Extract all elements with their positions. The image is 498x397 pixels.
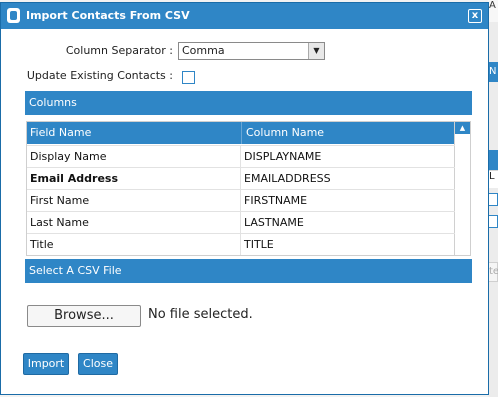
app-logo-icon [7,8,20,23]
column-separator-select[interactable]: Comma ▼ [178,42,325,60]
field-name-cell: First Name [30,194,90,207]
field-name-cell: Email Address [30,172,119,185]
field-name-cell: Last Name [30,216,89,229]
column-name-cell[interactable]: EMAILADDRESS [244,168,331,189]
update-existing-label: Update Existing Contacts : [26,69,173,82]
column-name-cell[interactable]: TITLE [244,234,274,255]
background-app-section-bar: N [488,62,498,82]
column-name-cell[interactable]: DISPLAYNAME [244,146,321,167]
columns-section-header: Columns [25,91,472,115]
field-name-header[interactable]: Field Name [30,122,91,144]
table-row[interactable]: Title TITLE [27,233,455,255]
close-icon[interactable]: x [468,9,482,23]
grid-scrollbar[interactable]: ▲ [454,122,470,255]
table-row[interactable]: Display Name DISPLAYNAME [27,145,455,168]
background-app-checkbox [488,193,498,206]
cell-divider [240,146,241,168]
background-app-cell: L [488,170,498,188]
column-name-cell[interactable]: FIRSTNAME [244,190,307,211]
cell-divider [240,234,241,255]
background-app-input: te [488,262,498,282]
background-app-checkbox [488,215,498,228]
cell-divider [240,212,241,234]
column-separator-label: Column Separator : [65,44,173,57]
table-row[interactable]: Last Name LASTNAME [27,211,455,234]
dialog-titlebar[interactable]: Import Contacts From CSV x [1,3,488,29]
browse-button[interactable]: Browse... [27,305,141,327]
grid-header: Field Name Column Name [27,122,470,144]
cell-divider [240,168,241,190]
field-name-cell: Display Name [30,150,107,163]
columns-grid: Field Name Column Name ▲ Display Name DI… [26,121,471,256]
table-row[interactable]: Email Address EMAILADDRESS [27,167,455,190]
file-status-text: No file selected. [148,307,253,322]
table-row[interactable]: First Name FIRSTNAME [27,189,455,212]
background-app-section-bar [488,150,498,170]
column-separator-value: Comma [182,44,225,57]
chevron-down-icon[interactable]: ▼ [308,43,324,59]
column-divider[interactable] [241,122,242,144]
csv-section-header: Select A CSV File [25,259,472,283]
import-contacts-dialog: Import Contacts From CSV x Column Separa… [0,2,489,395]
update-existing-checkbox[interactable] [182,71,195,84]
column-name-header[interactable]: Column Name [246,122,324,144]
column-name-cell[interactable]: LASTNAME [244,212,304,233]
close-button[interactable]: Close [78,353,118,375]
cell-divider [240,190,241,212]
field-name-cell: Title [30,238,54,251]
import-button[interactable]: Import [23,353,69,375]
scroll-up-arrow-icon[interactable]: ▲ [455,122,470,134]
dialog-title: Import Contacts From CSV [26,9,190,22]
background-app-header: A [488,0,498,22]
